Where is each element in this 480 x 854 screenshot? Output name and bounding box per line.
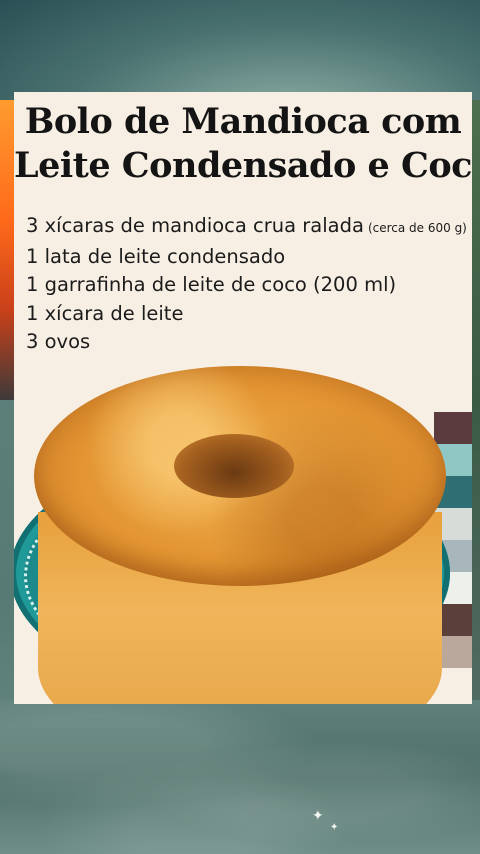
sky-background xyxy=(0,0,480,100)
cake-center-hole xyxy=(174,434,294,498)
ingredient-item: 1 lata de leite condensado xyxy=(26,244,286,268)
sunset-background xyxy=(0,100,14,400)
ingredient-item: 3 xícaras de mandioca crua ralada (cerca … xyxy=(26,214,467,237)
recipe-title-line-1: Bolo de Mandioca com xyxy=(24,101,462,142)
ingredient-item: 1 garrafinha de leite de coco (200 ml) xyxy=(26,273,397,296)
recipe-title: Bolo de Mandioca com Leite Condensado e … xyxy=(14,100,472,188)
ingredient-item: 1 xícara de leite xyxy=(26,301,184,325)
water-background xyxy=(0,700,480,854)
recipe-card: Bolo de Mandioca com Leite Condensado e … xyxy=(14,92,472,704)
ingredient-note: (cerca de 600 g) xyxy=(367,221,467,235)
sparkle-icon: ✦ xyxy=(312,808,324,824)
sparkle-icon: ✦ xyxy=(330,822,339,833)
recipe-title-line-2: Leite Condensado e Coco xyxy=(14,145,472,186)
ingredients-list: 3 xícaras de mandioca crua ralada (cerca … xyxy=(26,212,472,357)
ingredient-item: 3 ovos xyxy=(26,330,91,353)
